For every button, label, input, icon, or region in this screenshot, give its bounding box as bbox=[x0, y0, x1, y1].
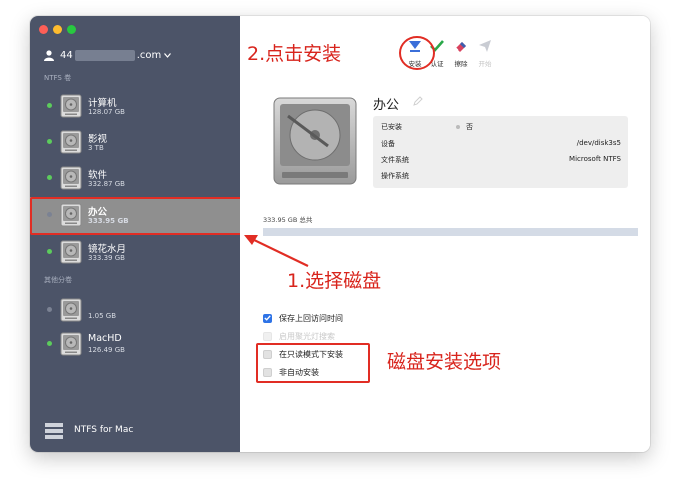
sidebar-item-volume[interactable]: 计算机 128.07 GB bbox=[30, 88, 240, 124]
capacity-bar bbox=[263, 228, 638, 236]
volume-name: 计算机 bbox=[88, 98, 117, 109]
info-row-filesystem: 文件系统 Microsoft NTFS bbox=[381, 155, 621, 169]
info-key: 操作系统 bbox=[381, 172, 409, 180]
account-redaction bbox=[74, 49, 135, 61]
sidebar-item-volume[interactable]: 镜花水月 333.39 GB bbox=[30, 234, 240, 270]
user-icon bbox=[44, 49, 54, 61]
info-key: 已安装 bbox=[381, 123, 402, 131]
account-menu[interactable]: 44 .com bbox=[44, 47, 177, 63]
volume-name: 影视 bbox=[88, 134, 108, 145]
mounted-indicator bbox=[47, 139, 52, 144]
annotation-circle-mount bbox=[399, 36, 435, 70]
erase-button[interactable]: 擦除 bbox=[450, 38, 472, 68]
open-label: 开始 bbox=[478, 60, 492, 68]
close-window-button[interactable] bbox=[39, 25, 48, 34]
mounted-indicator bbox=[47, 175, 52, 180]
sidebar-item-volume[interactable]: MacHD 126.49 GB bbox=[30, 326, 240, 362]
option-label: 启用聚光灯搜索 bbox=[279, 331, 335, 341]
annotation-arrow bbox=[244, 235, 309, 267]
section-label-ntfs: NTFS 卷 bbox=[44, 74, 72, 82]
account-suffix: .com bbox=[136, 49, 162, 61]
pencil-icon[interactable] bbox=[413, 96, 423, 106]
volume-name: MacHD bbox=[88, 333, 122, 344]
mounted-indicator bbox=[47, 341, 52, 346]
hard-disk-icon bbox=[60, 130, 82, 154]
option-spotlight[interactable]: 启用聚光灯搜索 bbox=[263, 330, 335, 342]
volume-name: 软件 bbox=[88, 170, 108, 181]
volume-size: 333.39 GB bbox=[88, 254, 125, 262]
status-dot bbox=[456, 125, 460, 129]
volume-size: 3 TB bbox=[88, 144, 104, 152]
eraser-icon bbox=[455, 42, 466, 52]
info-key: 设备 bbox=[381, 140, 395, 148]
checkbox-disabled[interactable] bbox=[263, 331, 272, 341]
info-value: Microsoft NTFS bbox=[569, 155, 621, 163]
drive-large-icon bbox=[273, 97, 357, 185]
annotation-step2: 2.点击安装 bbox=[247, 43, 342, 65]
sidebar-item-volume[interactable]: 软件 332.87 GB bbox=[30, 160, 240, 196]
erase-label: 擦除 bbox=[454, 60, 468, 68]
info-value: 否 bbox=[456, 122, 473, 132]
info-row-device: 设备 /dev/disk3s5 bbox=[381, 139, 621, 153]
volume-size: 128.07 GB bbox=[88, 108, 125, 116]
sidebar-footer: NTFS for Mac bbox=[30, 412, 240, 452]
minimize-window-button[interactable] bbox=[53, 25, 62, 34]
app-name-label: NTFS for Mac bbox=[74, 425, 134, 435]
volume-size: 126.49 GB bbox=[88, 346, 125, 354]
annotation-step1: 1.选择磁盘 bbox=[287, 270, 382, 292]
mounted-indicator bbox=[47, 249, 52, 254]
volume-title: 办公 bbox=[373, 98, 400, 113]
annotation-box-selected-volume bbox=[30, 197, 242, 235]
info-row-os: 操作系统 bbox=[381, 171, 621, 185]
volume-name: 镜花水月 bbox=[88, 244, 127, 255]
account-prefix: 44 bbox=[60, 49, 73, 61]
paper-plane-icon bbox=[479, 40, 491, 52]
mounted-indicator bbox=[47, 103, 52, 108]
info-key: 文件系统 bbox=[381, 156, 409, 164]
hard-disk-icon bbox=[60, 166, 82, 190]
mounted-value: 否 bbox=[466, 123, 473, 131]
volume-size: 1.05 GB bbox=[88, 312, 117, 320]
hard-disk-icon bbox=[60, 94, 82, 118]
option-label: 保存上回访问时间 bbox=[279, 313, 343, 323]
ntfs-app-icon bbox=[45, 423, 63, 439]
option-save-access-time[interactable]: 保存上回访问时间 bbox=[263, 312, 343, 324]
checkmark-icon bbox=[264, 315, 271, 321]
unmounted-indicator bbox=[47, 307, 52, 312]
volume-info-panel: 已安装 否 设备 /dev/disk3s5 文件系统 Microsoft NTF… bbox=[373, 116, 628, 188]
main-panel: 安装 认证 擦除 开始 2.点击安装 办公 已安装 否 设备 /dev/disk… bbox=[240, 16, 650, 452]
chevron-down-icon bbox=[164, 52, 172, 58]
sidebar-item-volume[interactable]: 影视 3 TB bbox=[30, 124, 240, 160]
info-value: /dev/disk3s5 bbox=[576, 139, 621, 147]
checkbox-checked[interactable] bbox=[263, 313, 272, 323]
section-label-other: 其他分卷 bbox=[44, 276, 72, 284]
volume-size: 332.87 GB bbox=[88, 180, 125, 188]
annotation-box-options bbox=[256, 343, 370, 383]
open-button[interactable]: 开始 bbox=[474, 38, 496, 68]
zoom-window-button[interactable] bbox=[67, 25, 76, 34]
app-window: 44 .com NTFS 卷 计算机 128.07 GB 影视 3 TB 软件 … bbox=[30, 16, 650, 452]
sidebar: 44 .com NTFS 卷 计算机 128.07 GB 影视 3 TB 软件 … bbox=[30, 16, 242, 452]
hard-disk-icon bbox=[60, 298, 82, 322]
sidebar-item-volume[interactable]: 1.05 GB bbox=[30, 292, 240, 328]
annotation-options: 磁盘安装选项 bbox=[387, 351, 502, 373]
hard-disk-icon bbox=[60, 240, 82, 264]
capacity-label: 333.95 GB 总共 bbox=[263, 216, 313, 224]
info-row-mounted: 已安装 否 bbox=[381, 122, 621, 136]
hard-disk-icon bbox=[60, 332, 82, 356]
